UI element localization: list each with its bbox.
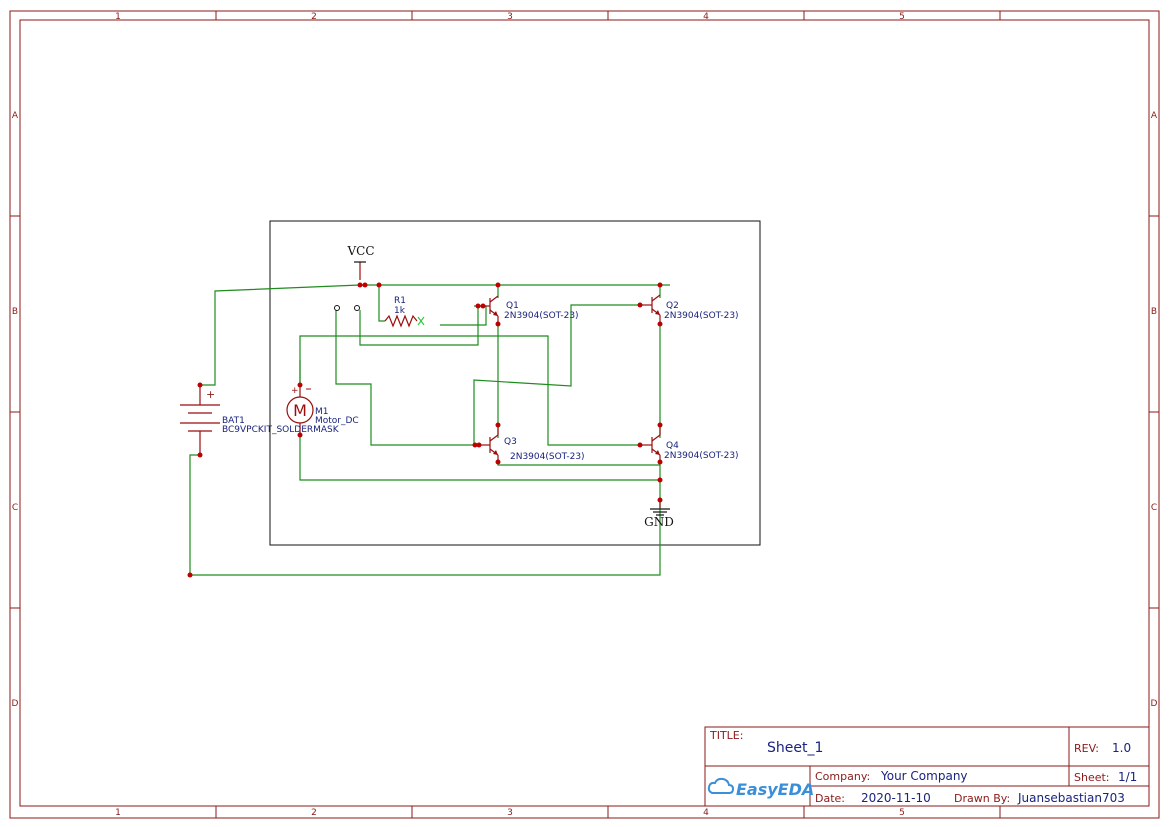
drawn-by-value: Juansebastian703	[1017, 791, 1125, 805]
sheet-frame: 1 2 3 4 5 1 2 3 4 5 A B C D A B C D	[9, 10, 1160, 819]
q4-value: 2N3904(SOT-23)	[664, 451, 739, 461]
zone-row-a-left: A	[12, 111, 19, 121]
zone-row-b-left: B	[12, 307, 18, 317]
rev-value: 1.0	[1112, 741, 1131, 755]
drawn-by-label: Drawn By:	[954, 792, 1010, 805]
q2-value: 2N3904(SOT-23)	[664, 311, 739, 321]
zone-row-c-right: C	[1151, 503, 1157, 513]
sheet-number: 1/1	[1118, 770, 1137, 784]
cloud-icon	[707, 777, 735, 794]
zone-col-1-bottom: 1	[115, 808, 121, 818]
outer-border	[9, 10, 1160, 819]
q1-transistor: Q1 2N3904(SOT-23)	[483, 295, 579, 324]
zone-row-b-right: B	[1151, 307, 1157, 317]
q1-value: 2N3904(SOT-23)	[504, 311, 579, 321]
zone-row-a-right: A	[1151, 111, 1158, 121]
logo-text: EasyEDA	[736, 780, 814, 799]
q3-ref: Q3	[504, 437, 517, 447]
gnd-symbol: GND	[644, 500, 674, 529]
schematic-sheet: 1 2 3 4 5 1 2 3 4 5 A B C D A B C D VCC …	[9, 10, 1160, 819]
vcc-symbol: VCC	[346, 244, 375, 280]
q2-ref: Q2	[666, 301, 679, 311]
m1-value: Motor_DC	[315, 416, 359, 426]
easyeda-logo: EasyEDA	[707, 777, 814, 799]
zone-col-5-bottom: 5	[899, 808, 905, 818]
q4-ref: Q4	[666, 441, 679, 451]
title-block: TITLE: Sheet_1 REV: 1.0 EasyEDA Company:…	[704, 726, 1150, 807]
wire-q1-base-link	[440, 305, 487, 326]
company-value: Your Company	[880, 769, 968, 783]
wire-q3-emitter	[497, 462, 660, 466]
zone-col-3-bottom: 3	[507, 808, 513, 818]
switch-terminals	[334, 305, 360, 311]
bat1-polarity: +	[206, 388, 215, 401]
date-label: Date:	[815, 792, 845, 805]
r1-ref: R1	[394, 296, 406, 306]
zone-col-2-bottom: 2	[311, 808, 317, 818]
zone-col-4-bottom: 4	[703, 808, 709, 818]
r1-value: 1k	[394, 306, 406, 316]
q4-transistor: Q4 2N3904(SOT-23)	[640, 425, 739, 462]
zone-row-d-right: D	[1151, 699, 1158, 709]
q3-value: 2N3904(SOT-23)	[510, 452, 585, 462]
company-label: Company:	[815, 770, 870, 783]
wire-r1-top	[378, 285, 385, 322]
gnd-label: GND	[644, 515, 674, 529]
zone-col-5-top: 5	[899, 12, 905, 22]
q2-transistor: Q2 2N3904(SOT-23)	[640, 294, 739, 324]
bat1-value: BC9VPCKIT_SOLDERMASK	[222, 425, 340, 435]
q1-ref: Q1	[506, 301, 519, 311]
wire-bat-negative	[189, 454, 661, 576]
zone-col-1-top: 1	[115, 12, 121, 22]
date-value: 2020-11-10	[861, 791, 931, 805]
sheet-title: Sheet_1	[767, 740, 823, 756]
m1-polarity: +	[291, 386, 299, 396]
rev-label: REV:	[1074, 742, 1099, 755]
zone-col-4-top: 4	[703, 12, 709, 22]
sheet-label: Sheet:	[1074, 771, 1110, 784]
zone-col-3-top: 3	[507, 12, 513, 22]
zone-row-c-left: C	[12, 503, 18, 513]
m1-symbol: M	[293, 401, 307, 420]
zone-col-2-top: 2	[311, 12, 317, 22]
r1-resistor: R1 1k	[384, 296, 425, 328]
vcc-label: VCC	[346, 244, 374, 258]
wire-motor-to-q4-base	[299, 335, 640, 446]
q3-transistor: Q3 2N3904(SOT-23)	[479, 425, 585, 462]
zone-row-d-left: D	[12, 699, 19, 709]
title-label: TITLE:	[709, 729, 743, 742]
